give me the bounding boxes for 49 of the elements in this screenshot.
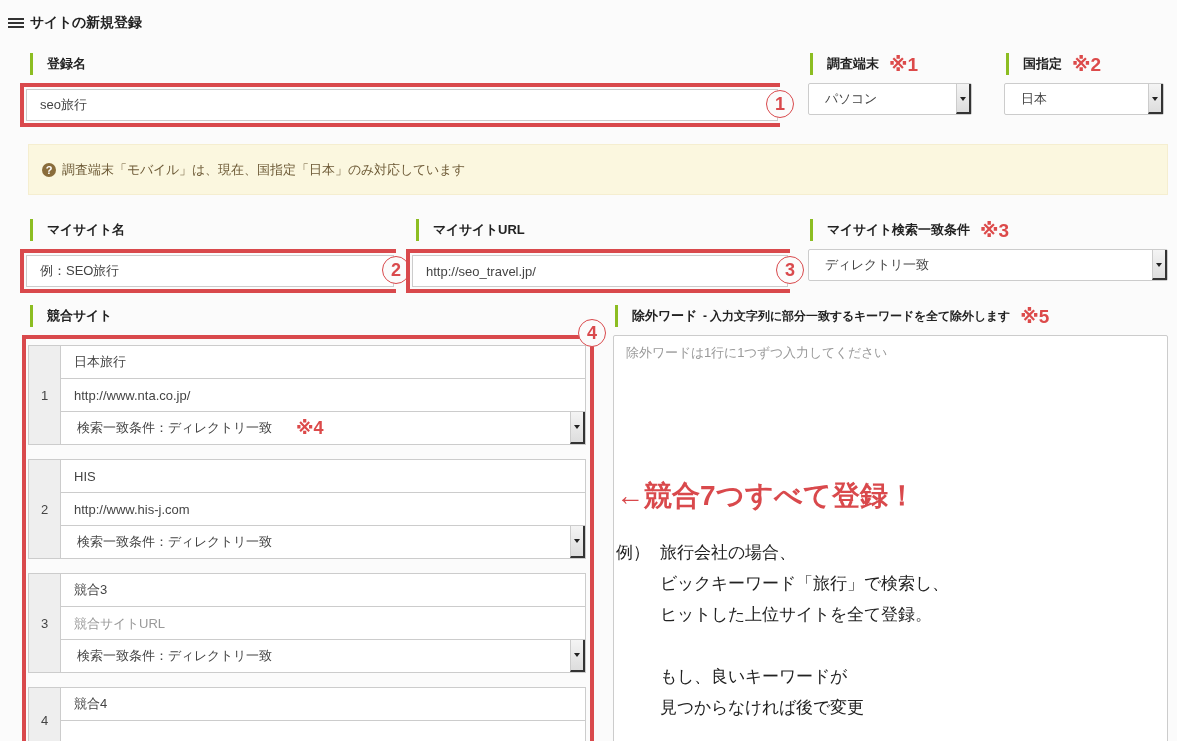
example-prefix: 例） [616, 542, 651, 564]
row-number: 4 [28, 687, 61, 741]
notice-text: 調査端末「モバイル」は、現在、国指定「日本」のみ対応しています [62, 160, 465, 179]
row-number: 3 [28, 573, 61, 673]
example-line: 見つからなければ後で変更 [660, 697, 865, 719]
note-mark: ※3 [980, 218, 1010, 242]
caret-icon[interactable] [1148, 84, 1163, 114]
example-line: もし、良いキーワードが [660, 666, 848, 688]
caret-icon[interactable] [1152, 250, 1167, 280]
select-field[interactable]: 検索一致条件：ディレクトリ一致 [60, 639, 586, 673]
field-label: 登録名 [47, 55, 86, 73]
select-field[interactable]: 検索一致条件：ディレクトリ一致 ※4 [60, 411, 586, 445]
input-field[interactable]: HIS [60, 459, 586, 493]
caret-icon[interactable] [956, 84, 971, 114]
field-label: マイサイトURL [433, 221, 525, 239]
field-label: 国指定 [1023, 55, 1062, 73]
input-field[interactable]: 競合4 [60, 687, 586, 721]
field-label: 競合サイト [47, 307, 112, 325]
row-number: 2 [28, 459, 61, 559]
row-number: 1 [28, 345, 61, 445]
list-icon [8, 18, 24, 28]
input-field[interactable]: 競合サイトURL [60, 606, 586, 640]
select-field[interactable]: ディレクトリ一致 [808, 249, 1168, 281]
field-label: マイサイト検索一致条件 [827, 221, 970, 239]
field-description: - 入力文字列に部分一致するキーワードを全て除外します [703, 307, 1011, 325]
input-field[interactable]: 日本旅行 [60, 345, 586, 379]
field-label: マイサイト名 [47, 221, 125, 239]
note-mark: ※5 [1020, 304, 1050, 328]
select-field[interactable]: 日本 [1004, 83, 1164, 115]
input-field[interactable]: 競合3 [60, 573, 586, 607]
field-label: 除外ワード [632, 307, 697, 325]
input-field[interactable]: http://www.his-j.com [60, 492, 586, 526]
select-field[interactable]: 検索一致条件：ディレクトリ一致 [60, 525, 586, 559]
field-label: 調査端末 [827, 55, 879, 73]
caret-icon[interactable] [570, 526, 585, 558]
callout-headline: ←競合7つすべて登録！ [616, 479, 917, 513]
caret-icon[interactable] [570, 640, 585, 672]
note-mark: ※4 [296, 417, 324, 439]
section-title: サイトの新規登録 [30, 14, 142, 32]
select-field[interactable]: パソコン [808, 83, 972, 115]
circled-number: 4 [578, 319, 606, 347]
example-line: 旅行会社の場合、 [660, 542, 797, 564]
caret-icon[interactable] [570, 412, 585, 444]
help-icon: ? [42, 162, 56, 177]
example-line: ヒットした上位サイトを全て登録。 [660, 604, 933, 626]
note-mark: ※2 [1072, 52, 1102, 76]
example-line: ビックキーワード「旅行」で検索し、 [660, 573, 949, 595]
note-mark: ※1 [889, 52, 919, 76]
input-field[interactable]: http://www.nta.co.jp/ [60, 378, 586, 412]
